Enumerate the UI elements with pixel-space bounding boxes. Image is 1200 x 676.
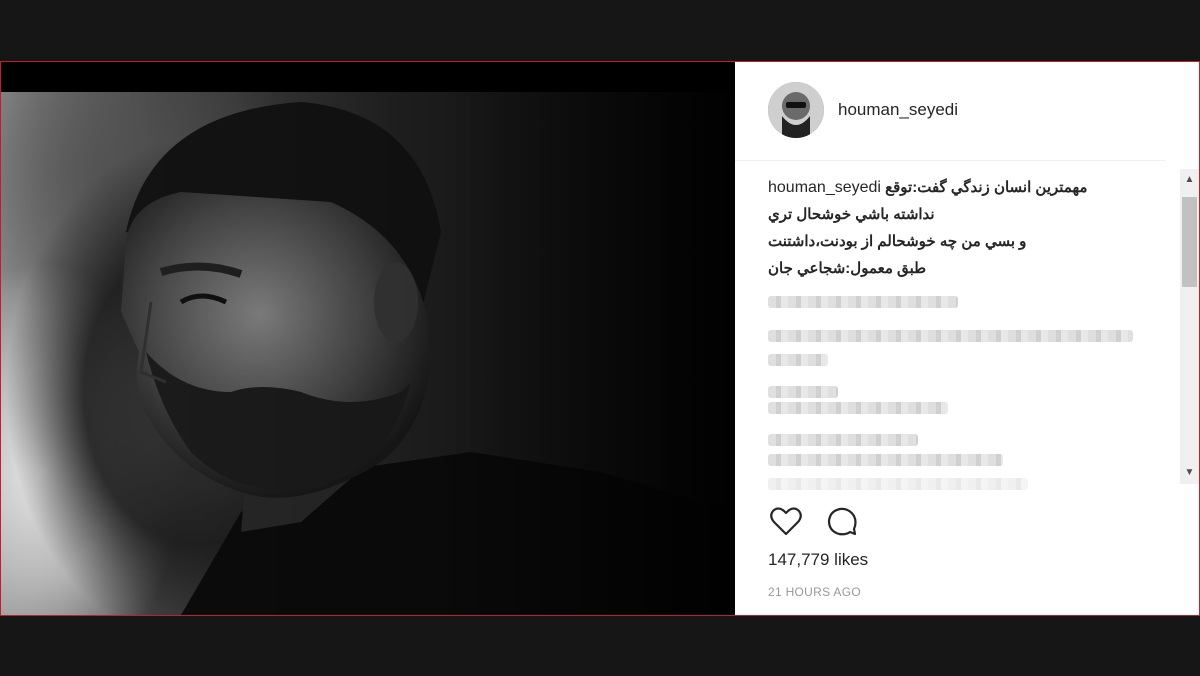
scroll-up-arrow-icon[interactable]: ▲ [1184,174,1195,185]
post-photo[interactable] [1,92,735,615]
caption: houman_seyedi مهمترين انسان زندگي گفت:تو… [768,174,1178,494]
post-timestamp[interactable]: 21 HOURS AGO [768,585,861,599]
blurred-comment [768,434,918,446]
caption-scrollbar[interactable]: ▲ ▼ [1180,169,1199,484]
avatar[interactable] [768,82,824,138]
comment-icon[interactable] [824,504,860,540]
blurred-comment [768,330,1133,342]
blurred-comment [768,296,958,308]
scroll-thumb[interactable] [1182,197,1197,287]
scroll-down-arrow-icon[interactable]: ▼ [1184,467,1195,478]
blurred-comment [768,386,838,398]
caption-line: طبق معمول:شجاعي جان [768,260,927,277]
blurred-comment [768,454,1003,466]
blurred-comment [768,402,948,414]
portrait-image [1,92,735,615]
post-frame: houman_seyedi houman_seyedi مهمترين انسا… [0,61,1200,616]
post-username[interactable]: houman_seyedi [838,100,958,120]
post-actions [768,504,1168,540]
blurred-comment [768,354,828,366]
caption-line: و بسي من چه خوشحالم از بودنت،داشتنت [768,233,1027,250]
heart-icon[interactable] [768,504,804,540]
caption-text: مهمترين انسان زندگي گفت:توقع [885,179,1088,196]
caption-username[interactable]: houman_seyedi [768,179,881,196]
caption-line: houman_seyedi مهمترين انسان زندگي گفت:تو… [768,174,1178,201]
blurred-comment [768,478,1028,490]
caption-line: نداشته باشي خوشحال تري [768,206,935,223]
post-header: houman_seyedi [735,62,1165,161]
post-side-panel: houman_seyedi houman_seyedi مهمترين انسا… [735,62,1199,615]
likes-count[interactable]: 147,779 likes [768,550,868,570]
